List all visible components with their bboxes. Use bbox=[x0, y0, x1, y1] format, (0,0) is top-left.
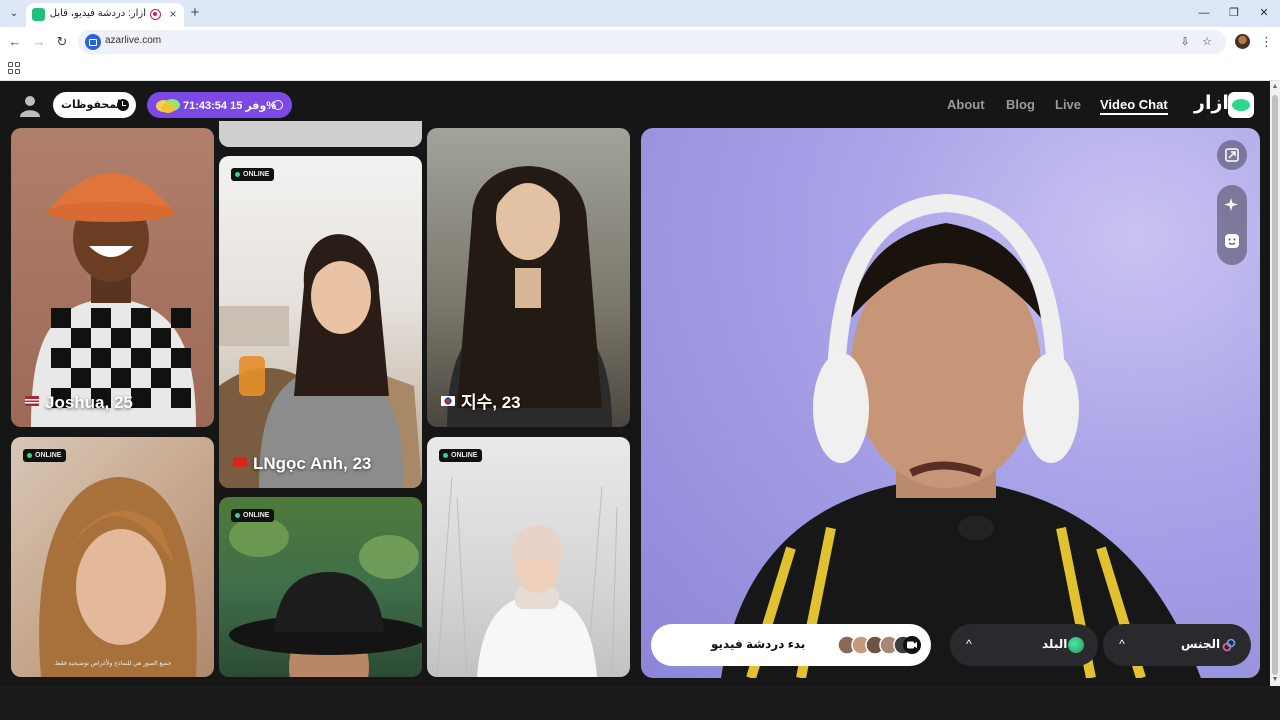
promo-offer-button[interactable]: 71:43:54 وفر 15% bbox=[147, 92, 292, 118]
browser-tab[interactable]: أزار: دردشة فيديو، قابل الأصدقاء × bbox=[26, 3, 184, 27]
start-video-chat-button[interactable]: بدء دردشة فيديو bbox=[651, 624, 931, 666]
face-filter-icon[interactable] bbox=[1224, 233, 1240, 249]
apps-grid-icon[interactable] bbox=[8, 62, 20, 74]
azar-favicon-icon bbox=[32, 8, 45, 21]
effects-toolbar bbox=[1217, 185, 1247, 265]
tab-title: أزار: دردشة فيديو، قابل الأصدقاء bbox=[50, 8, 146, 19]
online-users-avatars bbox=[837, 635, 921, 655]
saved-button[interactable]: المحفوظات bbox=[53, 92, 136, 118]
install-app-icon[interactable]: ⇩ bbox=[1178, 35, 1192, 49]
browser-toolbar: ← → ↻ azarlive.com ⇩ ☆ ⋮ bbox=[0, 27, 1280, 57]
azar-page: المحفوظات 71:43:54 وفر 15% About Blog Li… bbox=[0, 81, 1270, 686]
timer-clock-icon bbox=[273, 100, 283, 110]
profile-photo-jisu bbox=[447, 166, 612, 427]
user-avatar-icon[interactable] bbox=[18, 93, 42, 117]
profile-card-joshua[interactable]: Joshua, 25 bbox=[11, 128, 214, 427]
azar-logo-icon[interactable] bbox=[1228, 92, 1254, 118]
expand-icon bbox=[1225, 148, 1239, 162]
window-restore-button[interactable]: ❐ bbox=[1222, 4, 1246, 22]
profile-card-woman-blonde[interactable]: ONLINE جميع الصور هي للنماذج ولأغراض توض… bbox=[11, 437, 214, 677]
bookmarks-bar bbox=[0, 57, 1280, 81]
nav-live[interactable]: Live bbox=[1055, 97, 1081, 112]
profile-card-partial[interactable] bbox=[219, 121, 422, 147]
online-badge: ONLINE bbox=[23, 449, 67, 462]
profile-avatar[interactable] bbox=[1235, 34, 1250, 49]
chevron-up-icon: ^ bbox=[966, 637, 972, 651]
back-arrow-icon[interactable]: ← bbox=[7, 34, 23, 50]
profile-photo-joshua bbox=[31, 173, 196, 427]
window-minimize-button[interactable]: — bbox=[1192, 4, 1216, 22]
online-badge: ONLINE bbox=[231, 509, 275, 522]
nav-blog[interactable]: Blog bbox=[1006, 97, 1035, 112]
tab-close-icon[interactable]: × bbox=[166, 7, 180, 21]
browser-menu-icon[interactable]: ⋮ bbox=[1260, 33, 1273, 51]
sparkle-effects-icon[interactable] bbox=[1224, 197, 1240, 213]
address-bar[interactable]: azarlive.com ⇩ ☆ bbox=[78, 30, 1226, 54]
recording-icon bbox=[150, 9, 161, 20]
bookmark-star-icon[interactable]: ☆ bbox=[1200, 35, 1214, 49]
profile-card-woman-hat[interactable]: ONLINE bbox=[219, 497, 422, 677]
profile-card-woman-snow[interactable]: ONLINE bbox=[427, 437, 630, 677]
us-flag-icon bbox=[25, 396, 39, 406]
profile-card-jisu[interactable]: 지수, 23 bbox=[427, 128, 630, 427]
photo-disclaimer: جميع الصور هي للنماذج ولأغراض توضيحية فق… bbox=[53, 661, 172, 667]
card-name-ngoc-anh: LNgọc Anh, 23 bbox=[233, 454, 371, 474]
page-scrollbar[interactable]: ▲ ▼ bbox=[1270, 81, 1280, 686]
scroll-thumb[interactable] bbox=[1272, 95, 1278, 675]
profile-photo-ngoc-anh bbox=[219, 234, 422, 488]
video-preview-panel[interactable]: بدء دردشة فيديو ^ البلد ^ الجنس bbox=[641, 128, 1260, 678]
country-filter-label: البلد bbox=[1042, 637, 1068, 651]
chevron-up-icon: ^ bbox=[1119, 637, 1125, 651]
forward-arrow-icon[interactable]: → bbox=[31, 34, 47, 50]
url-text: azarlive.com bbox=[105, 35, 162, 46]
taskbar-strip bbox=[0, 686, 1280, 720]
promo-countdown-text: 71:43:54 وفر 15% bbox=[183, 100, 277, 112]
history-clock-icon bbox=[117, 99, 129, 111]
vn-flag-icon bbox=[233, 457, 247, 467]
new-tab-button[interactable]: + bbox=[188, 5, 202, 21]
scroll-up-icon[interactable]: ▲ bbox=[1271, 83, 1279, 91]
online-badge: ONLINE bbox=[439, 449, 483, 462]
reload-icon[interactable]: ↻ bbox=[54, 34, 70, 50]
webcam-person bbox=[721, 193, 1201, 678]
profile-photo-snow bbox=[436, 476, 618, 677]
country-filter-button[interactable]: ^ البلد bbox=[950, 624, 1098, 666]
kr-flag-icon bbox=[441, 396, 455, 406]
scroll-down-icon[interactable]: ▼ bbox=[1271, 676, 1279, 684]
coins-icon bbox=[156, 99, 180, 113]
site-info-icon[interactable] bbox=[85, 34, 101, 50]
browser-tab-bar: ⌄ أزار: دردشة فيديو، قابل الأصدقاء × + —… bbox=[0, 0, 1280, 27]
card-name-joshua: Joshua, 25 bbox=[25, 393, 133, 413]
card-name-jisu: 지수, 23 bbox=[441, 388, 521, 413]
profile-photo-blonde bbox=[39, 477, 197, 677]
gender-filter-button[interactable]: ^ الجنس bbox=[1103, 624, 1251, 666]
tab-list-chevron-icon[interactable]: ⌄ bbox=[6, 6, 22, 22]
gender-icon bbox=[1222, 638, 1236, 652]
window-close-button[interactable]: ✕ bbox=[1252, 4, 1276, 22]
online-badge: ONLINE bbox=[231, 168, 275, 181]
nav-video-chat[interactable]: Video Chat bbox=[1100, 97, 1168, 115]
brand-wordmark[interactable]: ازار bbox=[1194, 92, 1229, 115]
saved-label: المحفوظات bbox=[61, 99, 125, 111]
globe-icon bbox=[1068, 637, 1084, 653]
nav-about[interactable]: About bbox=[947, 97, 985, 112]
fullscreen-button[interactable] bbox=[1217, 140, 1247, 170]
gender-filter-label: الجنس bbox=[1181, 637, 1221, 651]
profile-photo-hat bbox=[229, 517, 422, 677]
start-video-chat-label: بدء دردشة فيديو bbox=[711, 637, 806, 651]
profile-card-ngoc-anh[interactable]: ONLINE LNgọc Anh, 23 bbox=[219, 156, 422, 488]
